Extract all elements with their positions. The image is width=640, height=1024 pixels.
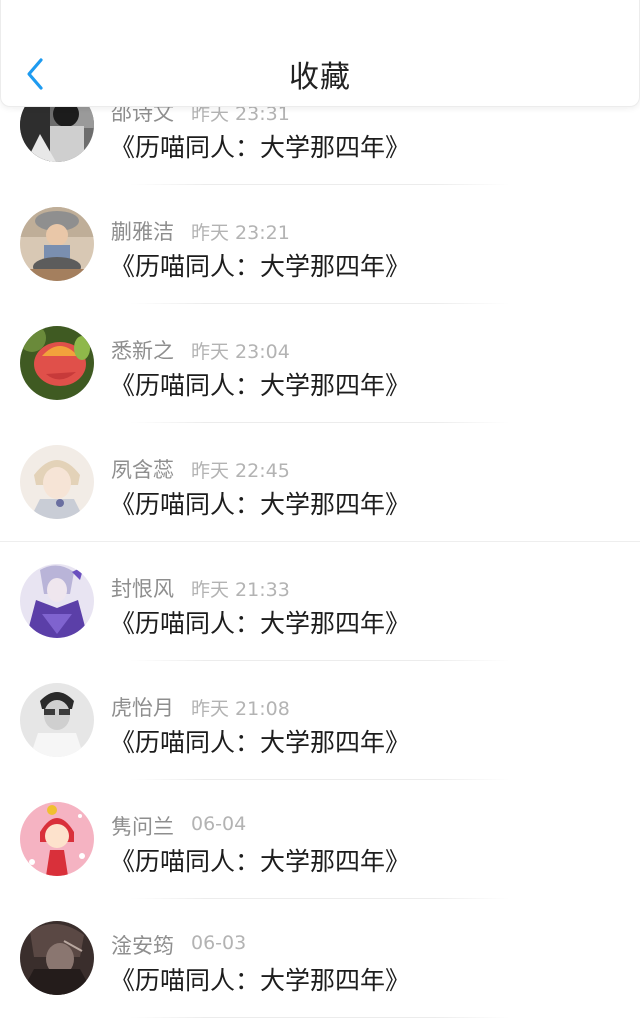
favorites-page: 邵诗文 昨天 23:31 《历喵同人：大学那四年》 蒯雅洁 昨天 23:21 《… bbox=[0, 0, 640, 1024]
avatar[interactable] bbox=[20, 445, 94, 519]
user-name: 蒯雅洁 bbox=[111, 220, 174, 244]
book-title[interactable]: 《历喵同人：大学那四年》 bbox=[110, 128, 410, 164]
page-title: 收藏 bbox=[289, 60, 351, 95]
avatar[interactable] bbox=[20, 207, 94, 281]
avatar[interactable] bbox=[20, 921, 94, 995]
book-title[interactable]: 《历喵同人：大学那四年》 bbox=[110, 247, 410, 283]
list-item[interactable]: 隽问兰 06-04 《历喵同人：大学那四年》 bbox=[0, 778, 640, 899]
divider bbox=[130, 1017, 510, 1018]
list-item[interactable]: 悉新之 昨天 23:04 《历喵同人：大学那四年》 bbox=[0, 302, 640, 423]
list-item[interactable]: 夙含蕊 昨天 22:45 《历喵同人：大学那四年》 bbox=[0, 421, 640, 540]
book-title[interactable]: 《历喵同人：大学那四年》 bbox=[110, 842, 410, 878]
book-title[interactable]: 《历喵同人：大学那四年》 bbox=[110, 961, 410, 997]
favorites-list: 邵诗文 昨天 23:31 《历喵同人：大学那四年》 蒯雅洁 昨天 23:21 《… bbox=[0, 0, 640, 1024]
avatar[interactable] bbox=[20, 683, 94, 757]
avatar[interactable] bbox=[20, 564, 94, 638]
book-title[interactable]: 《历喵同人：大学那四年》 bbox=[110, 485, 410, 521]
nav-header: 收藏 bbox=[0, 0, 640, 107]
list-item[interactable]: 蒯雅洁 昨天 23:21 《历喵同人：大学那四年》 bbox=[0, 183, 640, 304]
book-title[interactable]: 《历喵同人：大学那四年》 bbox=[110, 366, 410, 402]
timestamp: 06-03 bbox=[191, 932, 247, 954]
user-name: 淦安筠 bbox=[111, 934, 174, 958]
user-name: 悉新之 bbox=[111, 339, 174, 363]
user-name: 虎怡月 bbox=[111, 696, 174, 720]
book-title[interactable]: 《历喵同人：大学那四年》 bbox=[110, 723, 410, 759]
book-title[interactable]: 《历喵同人：大学那四年》 bbox=[110, 604, 410, 640]
timestamp: 昨天 22:45 bbox=[191, 460, 290, 482]
list-item[interactable]: 封恨风 昨天 21:33 《历喵同人：大学那四年》 bbox=[0, 540, 640, 661]
timestamp: 昨天 21:33 bbox=[191, 579, 290, 601]
timestamp: 昨天 21:08 bbox=[191, 698, 290, 720]
list-item[interactable]: 淦安筠 06-03 《历喵同人：大学那四年》 bbox=[0, 897, 640, 1018]
timestamp: 06-04 bbox=[191, 813, 247, 835]
timestamp: 昨天 23:04 bbox=[191, 341, 290, 363]
avatar[interactable] bbox=[20, 802, 94, 876]
avatar[interactable] bbox=[20, 326, 94, 400]
user-name: 夙含蕊 bbox=[111, 458, 174, 482]
timestamp: 昨天 23:21 bbox=[191, 222, 290, 244]
list-item[interactable]: 虎怡月 昨天 21:08 《历喵同人：大学那四年》 bbox=[0, 659, 640, 780]
user-name: 隽问兰 bbox=[111, 815, 174, 839]
user-name: 封恨风 bbox=[111, 577, 174, 601]
